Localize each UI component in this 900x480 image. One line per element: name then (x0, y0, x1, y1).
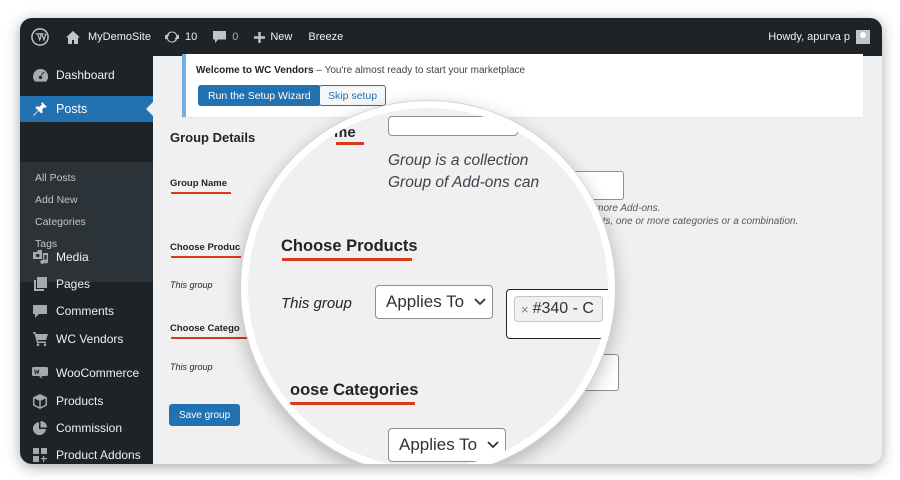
magnified-choose-categories-heading: oose Categories (290, 381, 419, 399)
site-name-link[interactable]: MyDemoSite (60, 18, 157, 56)
pushpin-icon (32, 101, 48, 117)
chevron-down-icon (487, 441, 499, 449)
token-remove-icon: × (521, 301, 529, 317)
media-camera-music-icon (32, 249, 48, 265)
group-details-heading: Group Details (170, 130, 256, 145)
magnifier-lens: me Group is a collection Group of Add-on… (248, 108, 608, 464)
plus-icon (254, 31, 266, 43)
dashboard-gauge-icon (32, 67, 48, 83)
breeze-link[interactable]: Breeze (300, 18, 351, 56)
sidebar-label-woocommerce: WooCommerce (56, 366, 140, 380)
welcome-notice: Welcome to WC Vendors – You're almost re… (182, 54, 863, 117)
submenu-item-categories[interactable]: Categories (35, 216, 86, 228)
new-content-link[interactable]: New (246, 18, 300, 56)
choose-products-underline (171, 256, 241, 258)
submenu-item-all-posts[interactable]: All Posts (35, 172, 76, 184)
magnified-group-name-input (388, 116, 518, 136)
sidebar-item-commission[interactable]: Commission (20, 415, 153, 441)
comment-bubble-icon (32, 303, 48, 319)
comment-bubble-icon (213, 31, 227, 43)
magnified-choose-products-underline (282, 258, 412, 261)
updates-link[interactable]: 10 (157, 18, 205, 56)
choose-categories-underline (171, 337, 247, 339)
submenu-item-add-new[interactable]: Add New (35, 194, 78, 206)
sidebar-label-media: Media (56, 250, 89, 264)
notice-text: Welcome to WC Vendors – You're almost re… (196, 65, 525, 76)
magnified-product-token: × #340 - C (514, 296, 603, 322)
sidebar-label-dashboard: Dashboard (56, 68, 115, 82)
magnified-applies-to-value-2: Applies To (399, 435, 478, 454)
sidebar-item-woocommerce[interactable]: WooCommerce (20, 360, 153, 386)
sidebar-label-pages: Pages (56, 277, 91, 291)
sidebar-label-wc-vendors: WC Vendors (56, 332, 124, 346)
pie-chart-icon (32, 420, 48, 436)
sidebar-label-product-addons: Product Addons (56, 448, 141, 462)
choose-categories-label: Choose Catego (170, 323, 240, 334)
sidebar-item-product-addons[interactable]: Product Addons (20, 442, 153, 464)
home-icon (66, 30, 80, 44)
admin-bar: MyDemoSite 10 0 New Breeze Howdy, apurva… (20, 18, 882, 56)
sidebar-item-comments[interactable]: Comments (20, 298, 153, 324)
group-name-underline (171, 192, 231, 194)
notice-message: – You're almost ready to start your mark… (313, 65, 526, 76)
magnified-choose-products-heading: Choose Products (281, 237, 418, 255)
woocommerce-logo-icon (32, 365, 48, 381)
updates-count: 10 (184, 31, 198, 43)
sidebar-label-products: Products (56, 394, 104, 408)
sidebar-label-posts: Posts (56, 102, 88, 116)
account-menu[interactable]: Howdy, apurva p (768, 18, 870, 56)
magnified-applies-to-value: Applies To (386, 292, 465, 311)
magnified-choose-categories-underline (290, 402, 415, 405)
breeze-label: Breeze (308, 31, 344, 43)
addons-grid-icon (32, 447, 48, 463)
sidebar-item-wc-vendors[interactable]: WC Vendors (20, 326, 153, 352)
wordpress-logo-icon[interactable] (20, 18, 60, 56)
new-label: New (270, 31, 293, 43)
magnified-ghost-underline (336, 142, 364, 145)
product-box-icon (32, 393, 48, 409)
shopping-cart-icon (32, 331, 48, 347)
sidebar-label-comments: Comments (56, 304, 115, 318)
sidebar-item-media[interactable]: Media (20, 244, 153, 270)
magnified-applies-to-select: Applies To (375, 285, 493, 319)
skip-setup-button[interactable]: Skip setup (319, 85, 387, 106)
admin-sidebar: Dashboard Posts All Posts Add New Catego… (20, 56, 153, 464)
notice-title: Welcome to WC Vendors (196, 65, 314, 76)
this-group-categories-label: This group (170, 362, 213, 372)
refresh-icon (164, 31, 179, 43)
comments-count: 0 (232, 31, 239, 43)
magnified-this-group-label: This group (281, 295, 352, 312)
screenshot-frame: MyDemoSite 10 0 New Breeze Howdy, apurva… (20, 18, 882, 464)
magnified-ghost-heading: me (334, 124, 356, 141)
pages-icon (32, 276, 48, 292)
sidebar-item-pages[interactable]: Pages (20, 271, 153, 297)
this-group-products-label: This group (170, 280, 213, 290)
comments-link[interactable]: 0 (205, 18, 246, 56)
save-group-button[interactable]: Save group (169, 404, 241, 426)
run-setup-wizard-button[interactable]: Run the Setup Wizard (198, 85, 321, 106)
chevron-down-icon (474, 298, 486, 306)
group-name-label: Group Name (170, 178, 228, 189)
sidebar-item-dashboard[interactable]: Dashboard (20, 62, 153, 88)
magnified-product-token-label: #340 - C (532, 300, 594, 317)
magnified-products-token-input: × #340 - C (506, 289, 608, 339)
avatar (856, 30, 870, 44)
sidebar-item-products[interactable]: Products (20, 388, 153, 414)
sidebar-label-commission: Commission (56, 421, 123, 435)
magnified-applies-to-select-2: Applies To (388, 428, 506, 462)
magnified-description-line-2: Group of Add-ons can (388, 174, 540, 191)
choose-products-label: Choose Produc (170, 242, 241, 253)
sidebar-item-posts[interactable]: Posts (20, 96, 153, 122)
site-name-label: MyDemoSite (88, 31, 151, 43)
howdy-label: Howdy, apurva p (768, 31, 850, 43)
applies-to-description: products, one or more categories or a co… (572, 216, 799, 227)
magnified-description-line-1: Group is a collection (388, 152, 529, 169)
